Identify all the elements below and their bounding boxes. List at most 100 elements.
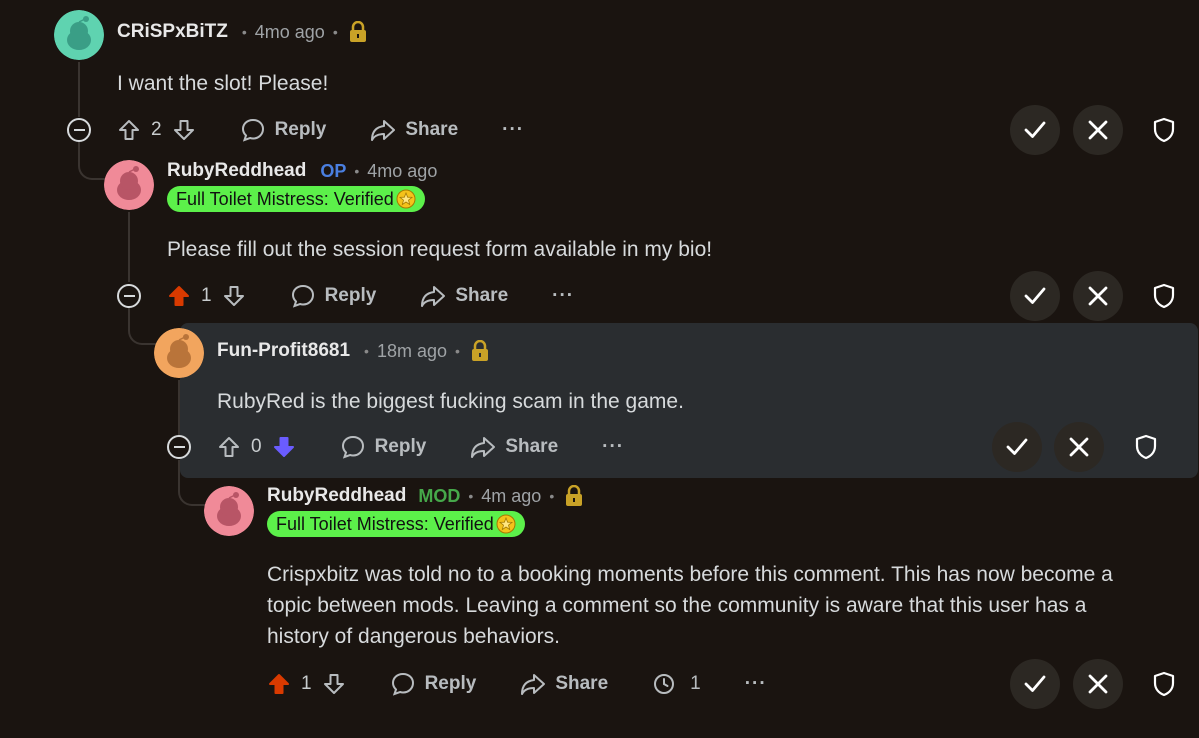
close-icon xyxy=(1088,674,1108,694)
share-button[interactable]: Share xyxy=(420,284,508,308)
separator-dot: • xyxy=(364,343,369,359)
comment-body: Crispxbitz was told no to a booking mome… xyxy=(267,559,1192,652)
reply-label: Reply xyxy=(274,119,327,140)
downvote-icon[interactable] xyxy=(322,672,346,696)
approve-button[interactable] xyxy=(992,422,1042,472)
approve-button[interactable] xyxy=(1010,659,1060,709)
vote-count: 0 xyxy=(251,436,262,457)
collapse-button[interactable] xyxy=(67,118,91,142)
share-button[interactable]: Share xyxy=(470,435,558,459)
more-options-button[interactable]: ··· xyxy=(745,673,767,695)
separator-dot: • xyxy=(549,488,555,504)
thread-line-1 xyxy=(78,62,80,117)
timestamp[interactable]: 4mo ago xyxy=(367,161,437,182)
share-button[interactable]: Share xyxy=(520,672,608,696)
comment-body: Please fill out the session request form… xyxy=(167,238,713,261)
avatar[interactable] xyxy=(104,160,154,210)
reply-label: Reply xyxy=(374,436,427,457)
flair-text: Full Toilet Mistress: Verified xyxy=(276,513,494,534)
upvote-icon[interactable] xyxy=(267,672,291,696)
avatar[interactable] xyxy=(154,328,204,378)
thread-curve-3 xyxy=(178,460,206,506)
timestamp[interactable]: 4mo ago xyxy=(255,22,325,43)
reports-count: 1 xyxy=(690,673,701,694)
user-flair: Full Toilet Mistress: Verified xyxy=(267,511,525,537)
comment-body: I want the slot! Please! xyxy=(117,72,329,95)
comment-actions: 2 Reply Share ··· xyxy=(117,110,524,150)
collapse-button[interactable] xyxy=(167,435,191,459)
check-icon xyxy=(1024,287,1046,304)
separator-dot: • xyxy=(332,24,338,40)
reply-button[interactable]: Reply xyxy=(390,671,477,697)
star-emoji-icon xyxy=(396,189,416,209)
lock-icon xyxy=(564,485,584,507)
share-label: Share xyxy=(405,119,459,140)
separator-dot: • xyxy=(468,488,474,504)
downvote-icon[interactable] xyxy=(172,118,196,142)
vote-count: 1 xyxy=(301,673,312,694)
share-label: Share xyxy=(455,285,509,306)
upvote-icon[interactable] xyxy=(217,435,241,459)
thread-curve-1 xyxy=(78,140,106,180)
reply-label: Reply xyxy=(424,673,477,694)
username[interactable]: RubyReddhead xyxy=(267,485,406,507)
comment-meta: RubyReddhead MOD • 4m ago • xyxy=(267,483,584,509)
flair-text: Full Toilet Mistress: Verified xyxy=(176,188,394,209)
close-icon xyxy=(1088,286,1108,306)
collapse-button[interactable] xyxy=(117,284,141,308)
star-emoji-icon xyxy=(496,514,516,534)
user-flair: Full Toilet Mistress: Verified xyxy=(167,186,425,212)
check-icon xyxy=(1024,675,1046,692)
shield-icon[interactable] xyxy=(1151,283,1177,309)
timestamp[interactable]: 4m ago xyxy=(481,486,541,507)
downvote-icon[interactable] xyxy=(222,284,246,308)
username[interactable]: RubyReddhead xyxy=(167,160,306,182)
comment-meta: CRiSPxBiTZ • 4mo ago • xyxy=(117,19,368,45)
shield-icon[interactable] xyxy=(1151,117,1177,143)
approve-button[interactable] xyxy=(1010,271,1060,321)
thread-curve-2 xyxy=(128,307,156,345)
comment-body-line: Crispxbitz was told no to a booking mome… xyxy=(267,563,1113,586)
shield-icon[interactable] xyxy=(1133,434,1159,460)
comment-actions: 1 Reply Share ··· xyxy=(167,276,574,316)
approve-button[interactable] xyxy=(1010,105,1060,155)
reports-button[interactable]: 1 xyxy=(652,672,701,696)
downvote-icon[interactable] xyxy=(272,435,296,459)
mod-tag: MOD xyxy=(418,485,461,506)
more-options-button[interactable]: ··· xyxy=(552,285,574,307)
check-icon xyxy=(1024,121,1046,138)
avatar[interactable] xyxy=(54,10,104,60)
reply-button[interactable]: Reply xyxy=(290,283,377,309)
lock-icon xyxy=(470,340,490,362)
close-icon xyxy=(1088,120,1108,140)
separator-dot: • xyxy=(455,343,460,359)
timestamp[interactable]: 18m ago xyxy=(377,341,447,362)
share-label: Share xyxy=(555,673,609,694)
vote-count: 2 xyxy=(151,119,162,140)
share-button[interactable]: Share xyxy=(370,118,458,142)
remove-button[interactable] xyxy=(1073,105,1123,155)
reply-button[interactable]: Reply xyxy=(240,117,327,143)
remove-button[interactable] xyxy=(1054,422,1104,472)
remove-button[interactable] xyxy=(1073,271,1123,321)
comment-actions: 1 Reply Share 1 ··· xyxy=(267,664,767,704)
thread-line-2 xyxy=(128,212,130,282)
reply-label: Reply xyxy=(324,285,377,306)
more-options-button[interactable]: ··· xyxy=(502,119,524,141)
upvote-icon[interactable] xyxy=(117,118,141,142)
more-options-button[interactable]: ··· xyxy=(602,436,624,458)
upvote-icon[interactable] xyxy=(167,284,191,308)
share-label: Share xyxy=(505,436,559,457)
clock-icon xyxy=(654,674,675,694)
op-tag: OP xyxy=(320,160,347,181)
comment-body-line: history of dangerous behaviors. xyxy=(267,625,561,648)
avatar[interactable] xyxy=(204,486,254,536)
separator-dot: • xyxy=(241,24,247,40)
check-icon xyxy=(1006,438,1028,455)
username[interactable]: Fun-Profit8681 xyxy=(217,340,350,362)
username[interactable]: CRiSPxBiTZ xyxy=(117,21,228,43)
lock-icon xyxy=(348,21,368,43)
reply-button[interactable]: Reply xyxy=(340,434,427,460)
shield-icon[interactable] xyxy=(1151,671,1177,697)
remove-button[interactable] xyxy=(1073,659,1123,709)
